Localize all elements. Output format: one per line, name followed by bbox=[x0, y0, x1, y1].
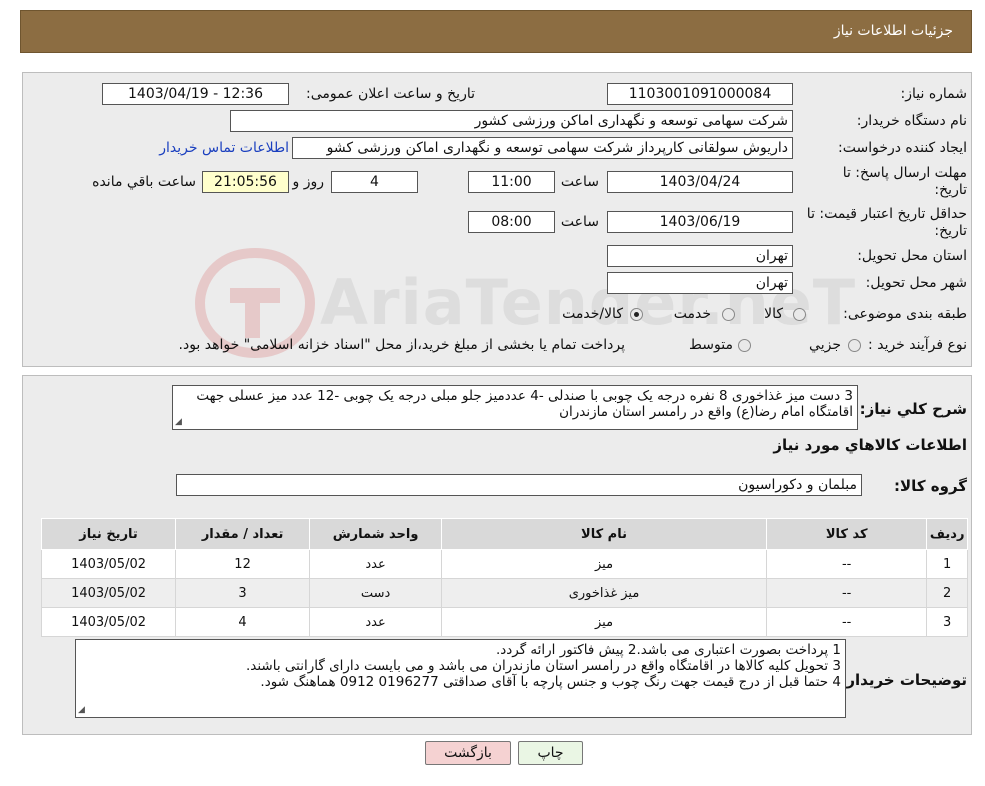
cell-date: 1403/05/02 bbox=[40, 578, 177, 608]
col-row: رديف bbox=[926, 518, 968, 550]
creator-field: داریوش سولقانی کارپرداز شرکت سهامی توسعه… bbox=[292, 137, 793, 159]
city-field: تهران bbox=[607, 272, 793, 294]
resize-grip-icon[interactable]: ◢ bbox=[175, 417, 182, 427]
process-minor-label: جزیي bbox=[809, 337, 841, 353]
category-label: طبقه بندی موضوعی: bbox=[843, 306, 967, 322]
process-minor-radio[interactable] bbox=[848, 339, 861, 352]
page-header: جزئیات اطلاعات نیاز bbox=[20, 10, 972, 53]
goods-table: رديف کد کالا نام کالا واحد شمارش تعداد /… bbox=[40, 518, 968, 637]
cell-row: 2 bbox=[926, 578, 968, 608]
description-textarea[interactable]: 3 دست میز غذاخوری 8 نفره درجه یک چوبی با… bbox=[172, 385, 858, 430]
cell-row: 1 bbox=[926, 549, 968, 579]
buyer-label: نام دستگاه خریدار: bbox=[856, 113, 967, 129]
validity-time-label: ساعت bbox=[560, 214, 599, 230]
goods-table-header: رديف کد کالا نام کالا واحد شمارش تعداد /… bbox=[40, 518, 968, 550]
table-row: 1 -- میز عدد 12 1403/05/02 bbox=[40, 549, 968, 579]
category-goods-label: کالا bbox=[764, 306, 783, 322]
description-label: شرح کلي نياز: bbox=[859, 400, 967, 418]
days-label: روز و bbox=[292, 174, 325, 190]
cell-name: میز bbox=[441, 607, 767, 637]
goods-group-label: گروه کالا: bbox=[894, 477, 967, 495]
cell-date: 1403/05/02 bbox=[40, 607, 177, 637]
process-treasury-note: پرداخت تمام یا بخشی از مبلغ خرید،از محل … bbox=[178, 337, 625, 353]
deadline-label: مهلت ارسال پاسخ: تا bbox=[842, 165, 967, 181]
table-row: 2 -- میز غذاخوری دست 3 1403/05/02 bbox=[40, 578, 968, 608]
print-button[interactable]: چاپ bbox=[518, 741, 583, 765]
notes-line: 1 پرداخت بصورت اعتباری می باشد.2 پیش فاک… bbox=[495, 642, 841, 658]
col-unit: واحد شمارش bbox=[309, 518, 443, 550]
remaining-label: ساعت باقي مانده bbox=[92, 174, 196, 190]
validity-date-field: 1403/06/19 bbox=[607, 211, 793, 233]
back-button[interactable]: بازگشت bbox=[425, 741, 511, 765]
days-field: 4 bbox=[331, 171, 418, 193]
need-number-field: 1103001091000084 bbox=[607, 83, 793, 105]
page-title: جزئیات اطلاعات نیاز bbox=[833, 23, 953, 39]
cell-unit: عدد bbox=[309, 607, 443, 637]
deadline-time-label: ساعت bbox=[560, 174, 599, 190]
cell-qty: 12 bbox=[175, 549, 311, 579]
announce-label: تاریخ و ساعت اعلان عمومی: bbox=[306, 86, 475, 102]
buyer-contact-link[interactable]: اطلاعات تماس خریدار bbox=[159, 140, 289, 156]
col-name: نام کالا bbox=[441, 518, 767, 550]
creator-label: ایجاد کننده درخواست: bbox=[838, 140, 967, 156]
cell-name: میز غذاخوری bbox=[441, 578, 767, 608]
goods-group-field: مبلمان و دکوراسیون bbox=[176, 474, 862, 496]
category-goods-radio[interactable] bbox=[793, 308, 806, 321]
cell-code: -- bbox=[765, 607, 928, 637]
col-qty: تعداد / مقدار bbox=[175, 518, 311, 550]
validity-label: حداقل تاریخ اعتبار قیمت: تا bbox=[806, 206, 967, 222]
deadline-time-field: 11:00 bbox=[468, 171, 555, 193]
category-goods-service-radio[interactable] bbox=[630, 308, 643, 321]
process-medium-label: متوسط bbox=[689, 337, 733, 353]
deadline-date-field: 1403/04/24 bbox=[607, 171, 793, 193]
deadline-label-date: تاریخ: bbox=[934, 182, 967, 198]
validity-label-date: تاریخ: bbox=[934, 223, 967, 239]
category-service-label: خدمت bbox=[673, 306, 711, 322]
col-date: تاریخ نیاز bbox=[40, 518, 177, 550]
goods-section-title: اطلاعات کالاهاي مورد نياز bbox=[773, 436, 967, 454]
notes-line: 4 حتما قبل از درج قیمت جهت رنگ چوب و جنس… bbox=[260, 674, 841, 690]
cell-name: میز bbox=[441, 549, 767, 579]
col-code: کد کالا bbox=[765, 518, 928, 550]
category-service-radio[interactable] bbox=[722, 308, 735, 321]
process-medium-radio[interactable] bbox=[738, 339, 751, 352]
cell-date: 1403/05/02 bbox=[40, 549, 177, 579]
validity-time-field: 08:00 bbox=[468, 211, 555, 233]
notes-label: توضیحات خریدار: bbox=[840, 671, 967, 689]
notes-line: 3 تحویل کلیه کالاها در اقامتگاه واقع در … bbox=[245, 658, 841, 674]
announce-field: 1403/04/19 - 12:36 bbox=[102, 83, 289, 105]
cell-qty: 4 bbox=[175, 607, 311, 637]
city-label: شهر محل تحویل: bbox=[865, 275, 967, 291]
province-label: استان محل تحویل: bbox=[857, 248, 967, 264]
need-number-label: شماره نیاز: bbox=[900, 86, 968, 102]
cell-unit: عدد bbox=[309, 549, 443, 579]
description-text: 3 دست میز غذاخوری 8 نفره درجه یک چوبی با… bbox=[196, 388, 853, 420]
table-row: 3 -- میز عدد 4 1403/05/02 bbox=[40, 607, 968, 637]
cell-code: -- bbox=[765, 549, 928, 579]
buyer-field: شرکت سهامی توسعه و نگهداری اماکن ورزشی ک… bbox=[230, 110, 793, 132]
category-goods-service-label: کالا/خدمت bbox=[562, 306, 623, 322]
cell-qty: 3 bbox=[175, 578, 311, 608]
remaining-time-field: 21:05:56 bbox=[202, 171, 289, 193]
province-field: تهران bbox=[607, 245, 793, 267]
notes-textarea[interactable]: 1 پرداخت بصورت اعتباری می باشد.2 پیش فاک… bbox=[75, 639, 846, 718]
cell-row: 3 bbox=[926, 607, 968, 637]
process-label: نوع فرآیند خرید : bbox=[868, 337, 967, 353]
resize-grip-icon[interactable]: ◢ bbox=[78, 705, 85, 715]
cell-unit: دست bbox=[309, 578, 443, 608]
cell-code: -- bbox=[765, 578, 928, 608]
